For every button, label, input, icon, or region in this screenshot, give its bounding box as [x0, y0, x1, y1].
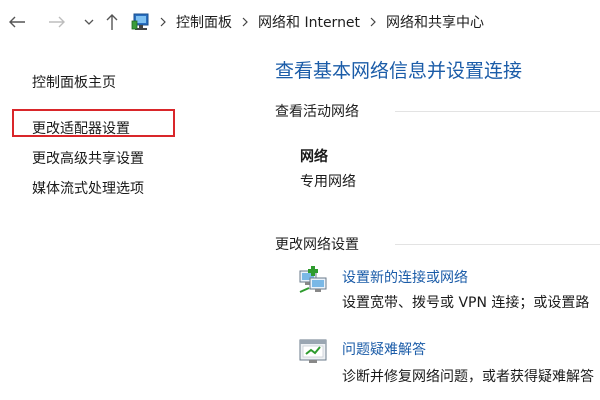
- network-connection-icon: [299, 266, 327, 293]
- troubleshoot-problems-link[interactable]: 问题疑难解答: [342, 339, 426, 359]
- navigation-bar: 控制面板 网络和 Internet 网络和共享中心: [0, 0, 600, 44]
- recent-locations-button[interactable]: [82, 10, 96, 34]
- change-advanced-sharing-link[interactable]: 更改高级共享设置: [32, 148, 144, 168]
- setup-new-connection-description: 设置宽带、拨号或 VPN 连接；或设置路: [342, 295, 590, 311]
- back-arrow-icon: [9, 16, 25, 28]
- network-type-link[interactable]: 专用网络: [300, 171, 356, 191]
- active-networks-heading: 查看活动网络: [275, 104, 359, 120]
- chevron-down-icon: [84, 19, 94, 25]
- chevron-right-icon: [364, 17, 382, 27]
- left-task-pane: 控制面板主页 更改适配器设置 更改高级共享设置 媒体流式处理选项: [0, 44, 245, 400]
- back-button[interactable]: [6, 10, 28, 34]
- setup-new-connection-link[interactable]: 设置新的连接或网络: [342, 267, 468, 287]
- troubleshoot-icon: [299, 339, 327, 363]
- change-adapter-settings-link[interactable]: 更改适配器设置: [32, 118, 130, 138]
- chevron-right-icon: [154, 17, 172, 27]
- forward-arrow-icon: [49, 16, 65, 28]
- control-panel-icon: [130, 11, 152, 33]
- breadcrumb-network-internet[interactable]: 网络和 Internet: [254, 12, 364, 32]
- breadcrumb-control-panel[interactable]: 控制面板: [172, 12, 236, 32]
- media-streaming-options-link[interactable]: 媒体流式处理选项: [32, 178, 144, 198]
- chevron-right-icon: [236, 17, 254, 27]
- control-panel-home-link[interactable]: 控制面板主页: [32, 72, 116, 92]
- breadcrumb-network-sharing-center[interactable]: 网络和共享中心: [382, 12, 488, 32]
- up-button[interactable]: [102, 10, 122, 34]
- up-arrow-icon: [106, 14, 118, 30]
- troubleshoot-problems-description: 诊断并修复网络问题，或者获得疑难解答: [342, 369, 594, 385]
- main-content: 查看基本网络信息并设置连接 查看活动网络 网络 专用网络 更改网络设置 设置新的…: [245, 44, 600, 400]
- network-name: 网络: [300, 149, 328, 165]
- network-sharing-center-window: 控制面板 网络和 Internet 网络和共享中心 控制面板主页 更改适配器设置…: [0, 0, 600, 400]
- page-title: 查看基本网络信息并设置连接: [275, 60, 523, 82]
- forward-button[interactable]: [46, 10, 68, 34]
- section-divider: [395, 111, 600, 112]
- section-divider: [395, 244, 600, 245]
- change-network-settings-heading: 更改网络设置: [275, 237, 359, 253]
- address-bar[interactable]: 控制面板 网络和 Internet 网络和共享中心: [130, 9, 600, 35]
